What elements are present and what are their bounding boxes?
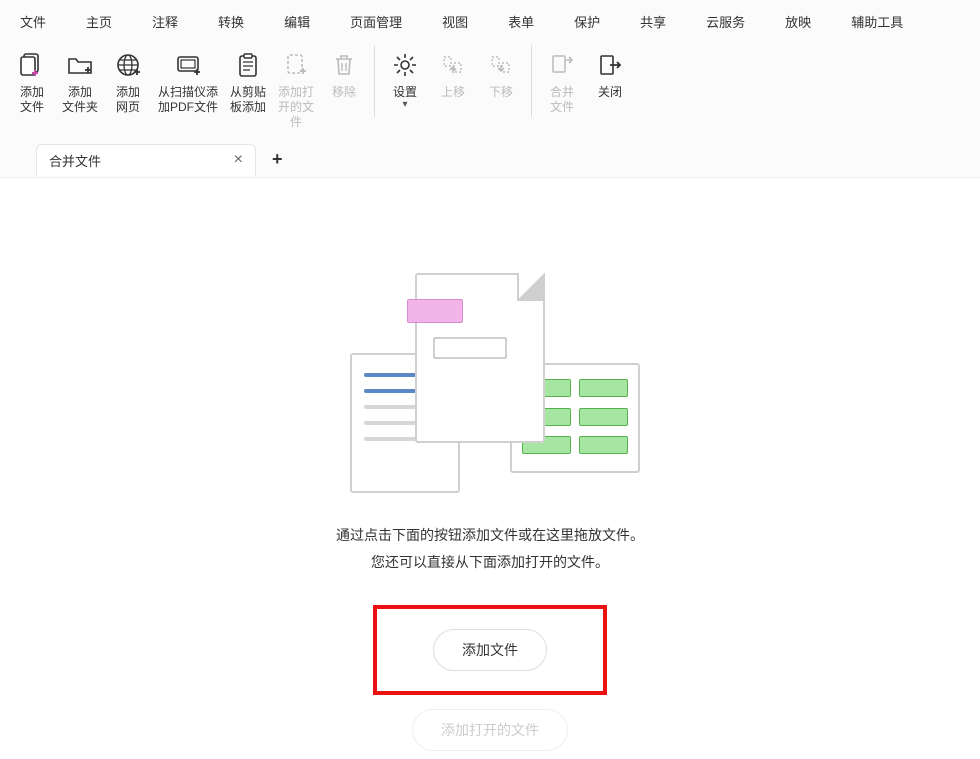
empty-illustration [340, 268, 640, 498]
tab-add-button[interactable]: + [264, 145, 291, 174]
exit-icon [594, 49, 626, 81]
gear-icon [389, 49, 421, 81]
tab-close-icon[interactable]: × [234, 152, 243, 168]
workspace[interactable]: 通过点击下面的按钮添加文件或在这里拖放文件。 您还可以直接从下面添加打开的文件。… [0, 178, 980, 759]
menu-comment[interactable]: 注释 [132, 6, 198, 37]
hint-text: 通过点击下面的按钮添加文件或在这里拖放文件。 您还可以直接从下面添加打开的文件。 [336, 522, 644, 575]
scanner-icon [172, 49, 204, 81]
tab-merge-files[interactable]: 合并文件 × [36, 144, 256, 176]
menu-pagemgmt[interactable]: 页面管理 [330, 6, 422, 37]
illus-doc-front [415, 273, 545, 443]
toolbar-remove: 移除 [320, 45, 368, 104]
menu-share[interactable]: 共享 [620, 6, 686, 37]
toolbar-settings[interactable]: 设置 ▾ [381, 45, 429, 114]
menu-edit[interactable]: 编辑 [264, 6, 330, 37]
move-down-icon [485, 49, 517, 81]
menu-form[interactable]: 表单 [488, 6, 554, 37]
toolbar-move-up: 上移 [429, 45, 477, 104]
move-up-icon [437, 49, 469, 81]
toolbar-merge: 合并 文件 [538, 45, 586, 119]
menu-home[interactable]: 主页 [66, 6, 132, 37]
add-open-files-button: 添加打开的文件 [412, 709, 568, 751]
menu-accessibility[interactable]: 辅助工具 [831, 6, 923, 37]
add-file-icon [16, 49, 48, 81]
toolbar-add-open-file: 添加打 开的文件 [272, 45, 320, 134]
tab-title: 合并文件 [49, 151, 101, 170]
highlight-annotation: 添加文件 [373, 605, 607, 695]
menu-present[interactable]: 放映 [765, 6, 831, 37]
add-files-button[interactable]: 添加文件 [433, 629, 547, 671]
chevron-down-icon: ▾ [402, 100, 407, 110]
toolbar-add-clipboard[interactable]: 从剪贴 板添加 [224, 45, 272, 119]
menu-file[interactable]: 文件 [0, 6, 66, 37]
toolbar-move-down: 下移 [477, 45, 525, 104]
merge-icon [546, 49, 578, 81]
toolbar-add-scanner[interactable]: 从扫描仪添 加PDF文件 [152, 45, 224, 119]
toolbar: 添加 文件 添加 文件夹 添加 网页 从扫描仪添 加PDF文件 从剪贴 板添加 [0, 37, 980, 142]
menu-cloud[interactable]: 云服务 [686, 6, 765, 37]
open-file-icon [280, 49, 312, 81]
clipboard-icon [232, 49, 264, 81]
toolbar-separator [374, 45, 375, 117]
toolbar-add-folder[interactable]: 添加 文件夹 [56, 45, 104, 119]
toolbar-separator [531, 45, 532, 117]
menu-view[interactable]: 视图 [422, 6, 488, 37]
menu-convert[interactable]: 转换 [198, 6, 264, 37]
menubar: 文件 主页 注释 转换 编辑 页面管理 视图 表单 保护 共享 云服务 放映 辅… [0, 0, 980, 37]
toolbar-add-web[interactable]: 添加 网页 [104, 45, 152, 119]
tabstrip: 合并文件 × + [0, 142, 980, 178]
toolbar-close[interactable]: 关闭 [586, 45, 634, 104]
add-folder-icon [64, 49, 96, 81]
trash-icon [328, 49, 360, 81]
toolbar-add-file[interactable]: 添加 文件 [8, 45, 56, 119]
menu-protect[interactable]: 保护 [554, 6, 620, 37]
globe-icon [112, 49, 144, 81]
